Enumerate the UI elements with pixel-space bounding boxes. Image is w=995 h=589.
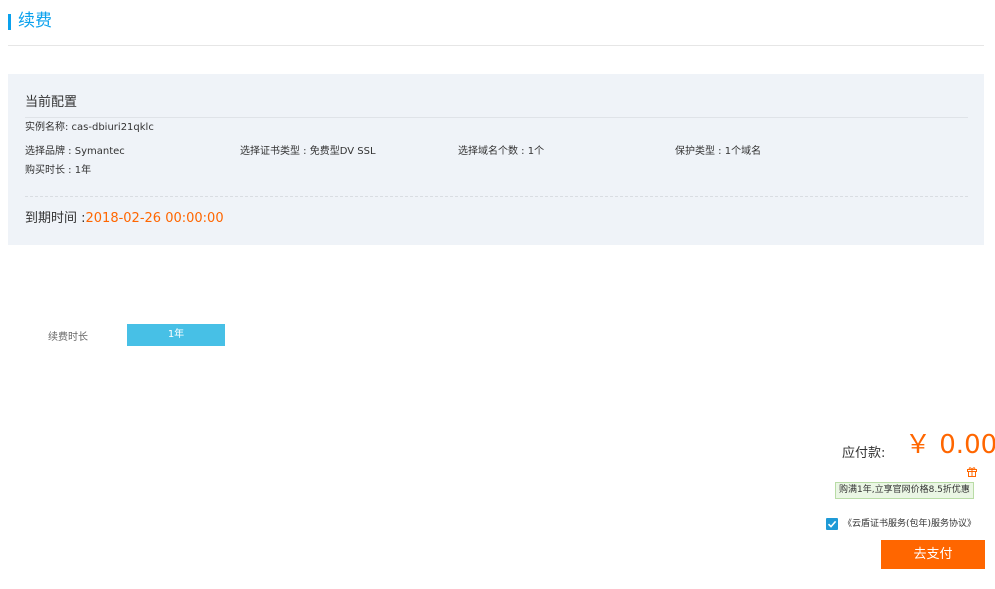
page-header: 续费 xyxy=(8,11,984,46)
brand: 选择品牌 : Symantec xyxy=(25,146,125,157)
instance-name: 实例名称: cas-dbiuri21qklc xyxy=(25,122,154,133)
renewal-duration-label: 续费时长 xyxy=(48,332,88,343)
promo-badge: 购满1年,立享官网价格8.5折优惠 xyxy=(835,482,974,499)
domain-count: 选择域名个数 : 1个 xyxy=(458,146,545,157)
amount-due-label: 应付款: xyxy=(842,446,886,461)
expire-label: 到期时间 : xyxy=(25,211,86,226)
expire-value: 2018-02-26 00:00:00 xyxy=(85,211,224,226)
gift-icon xyxy=(967,467,977,477)
config-dashed-divider xyxy=(25,196,968,197)
duration-option-1-year[interactable]: 1年 xyxy=(127,324,225,346)
page-title: 续费 xyxy=(18,11,52,31)
current-config-panel: 当前配置 实例名称: cas-dbiuri21qklc 选择品牌 : Syman… xyxy=(8,74,984,245)
title-accent-bar xyxy=(8,14,11,30)
cert-type: 选择证书类型 : 免费型DV SSL xyxy=(240,146,376,157)
protection-type: 保护类型 : 1个域名 xyxy=(675,146,762,157)
agreement-link[interactable]: 《云盾证书服务(包年)服务协议》 xyxy=(843,518,976,530)
agreement-checkbox[interactable] xyxy=(826,518,838,530)
config-heading: 当前配置 xyxy=(25,95,78,110)
amount-due-value: ￥ 0.00 xyxy=(905,430,995,460)
expire-row: 到期时间 :2018-02-26 00:00:00 xyxy=(25,207,224,226)
checkbox-checked-icon xyxy=(827,520,837,528)
purchase-duration: 购买时长 : 1年 xyxy=(25,165,92,176)
pay-button[interactable]: 去支付 xyxy=(881,540,985,569)
config-divider xyxy=(25,117,968,118)
